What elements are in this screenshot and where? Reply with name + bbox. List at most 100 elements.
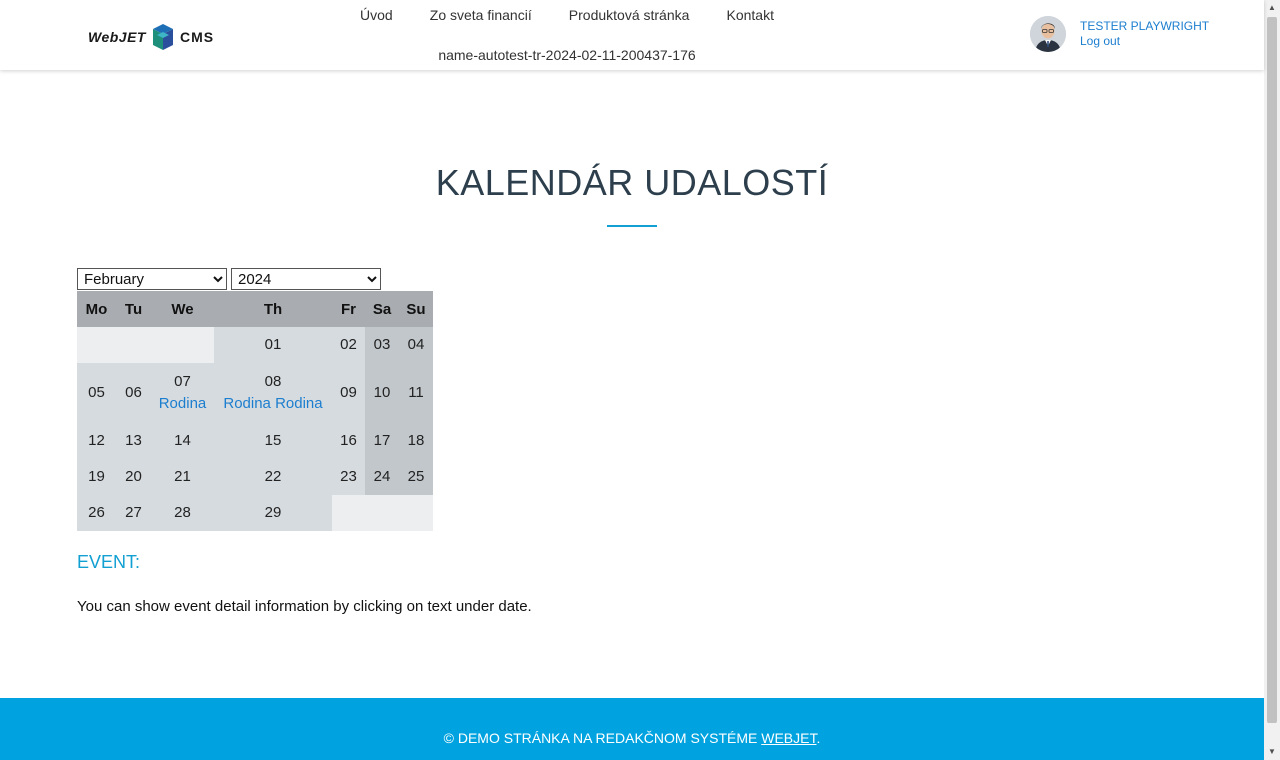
calendar-day-cell: 10: [365, 363, 399, 423]
month-select[interactable]: February: [77, 268, 227, 290]
event-link-rodina[interactable]: Rodina: [275, 395, 323, 412]
logo-cube-icon: [152, 24, 173, 50]
footer-copyright: © DEMO STRÁNKA NA REDAKČNOM SYSTÉME: [443, 730, 762, 746]
day-number: 29: [264, 504, 282, 521]
calendar-selects: February 2024: [77, 268, 381, 290]
calendar-day-cell: 24: [365, 459, 399, 495]
event-info-text: You can show event detail information by…: [77, 598, 532, 615]
calendar-day-cell: 06: [116, 363, 151, 423]
logo-text-webjet: WebJET: [88, 29, 146, 45]
webjet-cms-logo[interactable]: WebJET CMS: [88, 23, 214, 51]
title-underline: [607, 225, 657, 227]
day-number: 26: [88, 504, 105, 521]
nav-item-produktova-stranka[interactable]: Produktová stránka: [569, 7, 690, 23]
event-heading: EVENT:: [77, 552, 141, 572]
weekday-header: Th: [214, 291, 332, 327]
day-number: 23: [340, 468, 357, 485]
site-header: WebJET CMS Úvod Zo sveta financií Produk…: [0, 0, 1264, 70]
calendar-day-cell: 28: [151, 495, 214, 531]
avatar[interactable]: [1030, 16, 1066, 52]
scroll-down-arrow-icon[interactable]: ▼: [1264, 744, 1280, 760]
calendar-day-cell: 20: [116, 459, 151, 495]
calendar-day-cell: 22: [214, 459, 332, 495]
footer-text: © DEMO STRÁNKA NA REDAKČNOM SYSTÉME WEBJ…: [0, 730, 1264, 746]
calendar-day-cell: 01: [214, 327, 332, 363]
calendar-day-cell: 19: [77, 459, 116, 495]
calendar-empty-cell: [332, 495, 433, 531]
day-number: 21: [174, 468, 191, 485]
calendar-week-row: 05 06 07 Rodina 08 Rodina Rodina 09 10 1…: [77, 363, 433, 423]
calendar-week-row: 12 13 14 15 16 17 18: [77, 423, 433, 459]
calendar-day-cell: 05: [77, 363, 116, 423]
weekday-header: Su: [399, 291, 433, 327]
day-number: 14: [174, 432, 191, 449]
calendar-week-row: 26 27 28 29: [77, 495, 433, 531]
day-number: 11: [408, 384, 424, 401]
calendar-day-cell: 07 Rodina: [151, 363, 214, 423]
day-number: 27: [125, 504, 142, 521]
day-number: 09: [340, 384, 357, 401]
weekday-header: Tu: [116, 291, 151, 327]
calendar-week-row: 01 02 03 04: [77, 327, 433, 363]
calendar-empty-cell: [77, 327, 214, 363]
calendar-day-cell: 29: [214, 495, 332, 531]
weekday-header: We: [151, 291, 214, 327]
event-calendar: Mo Tu We Th Fr Sa Su 01 02 03 04 05 06 0…: [77, 291, 433, 531]
nav-item-uvod[interactable]: Úvod: [360, 7, 393, 23]
calendar-day-cell: 18: [399, 423, 433, 459]
calendar-day-cell: 03: [365, 327, 399, 363]
site-footer: © DEMO STRÁNKA NA REDAKČNOM SYSTÉME WEBJ…: [0, 698, 1264, 760]
day-number: 01: [264, 336, 282, 353]
day-number: 04: [407, 336, 425, 353]
main-nav: Úvod Zo sveta financií Produktová stránk…: [360, 7, 774, 23]
nav-item-zo-sveta-financii[interactable]: Zo sveta financií: [430, 7, 532, 23]
day-number: 17: [373, 432, 391, 449]
nav-item-autotest[interactable]: name-autotest-tr-2024-02-11-200437-176: [360, 47, 774, 63]
calendar-day-cell: 09: [332, 363, 365, 423]
calendar-day-cell: 08 Rodina Rodina: [214, 363, 332, 423]
nav-item-kontakt[interactable]: Kontakt: [726, 7, 773, 23]
page-title: KALENDÁR UDALOSTÍ: [435, 162, 829, 203]
calendar-day-cell: 16: [332, 423, 365, 459]
day-number: 08: [264, 373, 282, 390]
user-panel: TESTER PLAYWRIGHT Log out: [1030, 16, 1209, 52]
calendar-day-cell: 17: [365, 423, 399, 459]
weekday-header: Fr: [332, 291, 365, 327]
calendar-day-cell: 14: [151, 423, 214, 459]
day-number: 06: [125, 384, 142, 401]
weekday-header: Sa: [365, 291, 399, 327]
calendar-day-cell: 27: [116, 495, 151, 531]
day-number: 02: [340, 336, 357, 353]
event-link-rodina[interactable]: Rodina: [159, 395, 207, 412]
calendar-day-cell: 11: [399, 363, 433, 423]
calendar-day-cell: 13: [116, 423, 151, 459]
calendar-day-cell: 04: [399, 327, 433, 363]
scroll-up-arrow-icon[interactable]: ▲: [1264, 0, 1280, 16]
scrollbar-thumb[interactable]: [1267, 17, 1277, 723]
page-scrollbar[interactable]: ▲ ▼: [1264, 0, 1280, 760]
footer-webjet-link[interactable]: WEBJET: [761, 730, 816, 746]
year-select[interactable]: 2024: [231, 268, 381, 290]
calendar-week-row: 19 20 21 22 23 24 25: [77, 459, 433, 495]
logout-link[interactable]: Log out: [1080, 34, 1209, 49]
day-number: 07: [174, 373, 191, 390]
day-number: 10: [373, 384, 391, 401]
user-name[interactable]: TESTER PLAYWRIGHT: [1080, 19, 1209, 34]
day-number: 28: [174, 504, 191, 521]
day-number: 25: [407, 468, 425, 485]
calendar-day-cell: 26: [77, 495, 116, 531]
user-avatar-icon: [1030, 16, 1066, 52]
calendar-day-cell: 02: [332, 327, 365, 363]
day-number: 16: [340, 432, 357, 449]
day-number: 18: [407, 432, 425, 449]
weekday-header: Mo: [77, 291, 116, 327]
day-number: 22: [264, 468, 282, 485]
day-number: 24: [373, 468, 391, 485]
calendar-day-cell: 25: [399, 459, 433, 495]
calendar-day-cell: 12: [77, 423, 116, 459]
day-number: 05: [88, 384, 105, 401]
calendar-header-row: Mo Tu We Th Fr Sa Su: [77, 291, 433, 327]
day-number: 20: [125, 468, 142, 485]
event-link-rodina[interactable]: Rodina: [223, 395, 271, 412]
calendar-day-cell: 21: [151, 459, 214, 495]
